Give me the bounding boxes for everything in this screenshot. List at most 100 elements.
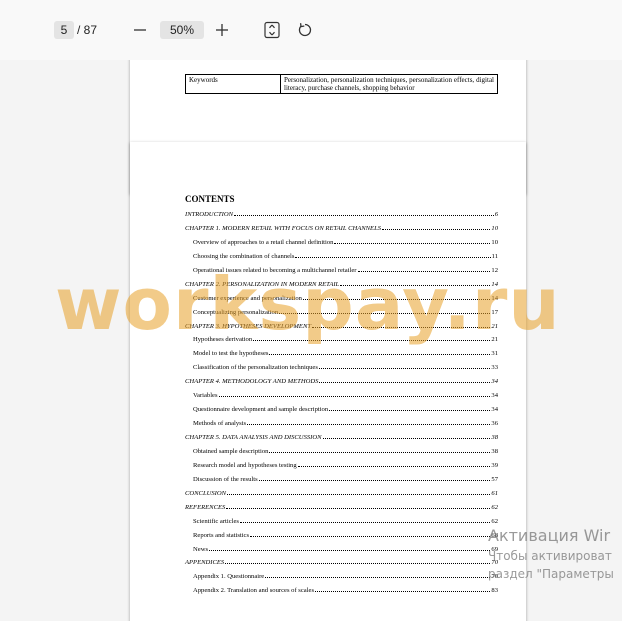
- toc-entry-page: 61: [491, 489, 498, 497]
- toc-leader-dots: [318, 368, 491, 370]
- pdf-page-5: CONTENTS INTRODUCTION 6 CHAPTER 1. MODERN …: [130, 142, 526, 621]
- toc-entry-page: 83: [491, 587, 498, 595]
- zoom-in-button[interactable]: [210, 18, 234, 42]
- toc-entry-title: Obtained sample description: [193, 447, 269, 455]
- toc-entry-page: 21: [491, 322, 498, 330]
- toc-entry[interactable]: INTRODUCTION 6: [185, 211, 498, 225]
- toc-leader-dots: [382, 228, 491, 230]
- toc-entry[interactable]: Overview of approaches to a retail chann…: [185, 239, 498, 253]
- toc-entry-page: 10: [491, 224, 498, 232]
- toc-entry[interactable]: Customer experience and personalization 1…: [185, 295, 498, 309]
- document-viewer[interactable]: Keywords Personalization, personalizatio…: [0, 60, 622, 621]
- toc-entry-page: 70: [491, 573, 498, 581]
- toc-entry-page: 21: [491, 336, 498, 344]
- toc-entry-title: Model to test the hypotheses: [193, 350, 269, 358]
- toc-entry-title: Scientific articles: [193, 517, 239, 525]
- toc-entry-title: CHAPTER 3. HYPOTHESES DEVELOPMENT: [185, 322, 312, 330]
- rotate-button[interactable]: [293, 18, 317, 42]
- toc-entry[interactable]: Discussion of the results 57: [185, 476, 498, 490]
- toc-leader-dots: [312, 326, 491, 328]
- toc-entry-title: Variables: [193, 392, 218, 400]
- toc-entry-title: CHAPTER 5. DATA ANALYSIS AND DISCUSSION: [185, 434, 322, 441]
- toc-entry-title: Operational issues related to becoming a…: [193, 266, 357, 274]
- toc-entry[interactable]: CHAPTER 4. METHODOLOGY AND METHODS 34: [185, 378, 498, 392]
- page-number-input[interactable]: 5: [54, 21, 74, 39]
- pdf-toolbar: 5 / 87 50%: [0, 0, 622, 60]
- toc-entry[interactable]: Scientific articles 62: [185, 518, 498, 532]
- toc-entry-title: Hypotheses derivation: [193, 336, 253, 344]
- plus-icon: [216, 24, 228, 36]
- toc-entry[interactable]: Reports and statistics 68: [185, 532, 498, 546]
- toc-entry[interactable]: Obtained sample description 38: [185, 448, 498, 462]
- toc-entry-title: CHAPTER 1. MODERN RETAIL WITH FOCUS ON R…: [185, 224, 382, 232]
- toc-leader-dots: [322, 438, 491, 439]
- toc-entry-page: 14: [491, 294, 498, 302]
- keywords-table: Keywords Personalization, personalizatio…: [185, 74, 498, 94]
- toc-entry-page: 12: [491, 266, 498, 274]
- toc-entry[interactable]: Hypotheses derivation 21: [185, 336, 498, 350]
- toc-entry[interactable]: Variables 34: [185, 392, 498, 406]
- toc-entry-page: 34: [491, 378, 498, 386]
- zoom-level-input[interactable]: 50%: [160, 21, 204, 39]
- toc-entry-title: CONCLUSION: [185, 489, 227, 497]
- toc-entry[interactable]: Methods of analysis 36: [185, 420, 498, 434]
- toc-entry-title: Reports and statistics: [193, 531, 250, 539]
- toc-entry-title: Research model and hypotheses testing: [193, 461, 297, 469]
- toc-leader-dots: [258, 479, 491, 481]
- toc-entry[interactable]: Classification of the personalization te…: [185, 364, 498, 378]
- toc-entry-page: 34: [491, 406, 498, 414]
- toc-entry-title: Methods of analysis: [193, 420, 247, 428]
- toc-entry[interactable]: Research model and hypotheses testing 39: [185, 462, 498, 476]
- toc-entry-page: 62: [491, 517, 498, 525]
- rotate-icon: [298, 23, 312, 37]
- toc-entry[interactable]: REFERENCES 62: [185, 504, 498, 518]
- toc-leader-dots: [357, 270, 491, 272]
- keywords-value: Personalization, personalization techniq…: [280, 74, 498, 94]
- toc-entry[interactable]: Questionnaire development and sample des…: [185, 406, 498, 420]
- toc-leader-dots: [253, 340, 491, 342]
- toc-entry[interactable]: CHAPTER 3. HYPOTHESES DEVELOPMENT 21: [185, 323, 498, 337]
- toc-entry-title: CHAPTER 4. METHODOLOGY AND METHODS: [185, 378, 319, 386]
- toc-entry[interactable]: CHAPTER 5. DATA ANALYSIS AND DISCUSSION 3…: [185, 434, 498, 448]
- toc-entry-page: 34: [491, 392, 498, 400]
- toc-entry-page: 36: [491, 420, 498, 428]
- toc-leader-dots: [269, 451, 491, 453]
- fit-page-button[interactable]: [260, 18, 284, 42]
- toc-entry-page: 39: [491, 461, 498, 469]
- toc-entry-page: 33: [491, 364, 498, 372]
- toc-entry[interactable]: Appendix 2. Translation and sources of s…: [185, 587, 498, 601]
- toc-entry-page: 31: [491, 350, 498, 358]
- toc-entry[interactable]: News 69: [185, 546, 498, 560]
- toc-entry-title: INTRODUCTION: [185, 211, 233, 218]
- toc-entry-page: 14: [491, 280, 498, 288]
- toc-entry[interactable]: APPENDICES 70: [185, 559, 498, 573]
- toc-entry-title: Choosing the combination of channels: [193, 252, 295, 260]
- toc-entry-page: 11: [491, 252, 498, 260]
- toc-entry-title: APPENDICES: [185, 559, 225, 567]
- toc-leader-dots: [269, 354, 491, 356]
- toc-entry-page: 70: [491, 559, 498, 567]
- zoom-out-button[interactable]: [128, 18, 152, 42]
- toc-entry-title: Overview of approaches to a retail chann…: [193, 238, 334, 246]
- toc-entry[interactable]: Operational issues related to becoming a…: [185, 267, 498, 281]
- toc-entry[interactable]: CHAPTER 1. MODERN RETAIL WITH FOCUS ON R…: [185, 225, 498, 239]
- toc-leader-dots: [265, 577, 491, 579]
- toc-leader-dots: [227, 493, 491, 495]
- toc-entry-title: Appendix 1. Questionnaire: [193, 573, 265, 581]
- toc-entry-title: Questionnaire development and sample des…: [193, 406, 329, 414]
- toc-entry[interactable]: Choosing the combination of channels 11: [185, 253, 498, 267]
- toc-entry[interactable]: CHAPTER 2. PERSONALIZATION IN MODERN RET…: [185, 281, 498, 295]
- toc-entry[interactable]: Appendix 1. Questionnaire 70: [185, 573, 498, 587]
- toc-entry[interactable]: CONCLUSION 61: [185, 490, 498, 504]
- toc-entry[interactable]: Model to test the hypotheses 31: [185, 350, 498, 364]
- toc-leader-dots: [247, 424, 491, 426]
- toc-entry-page: 68: [491, 531, 498, 539]
- toc-entry[interactable]: Conceptualizing personalization 17: [185, 309, 498, 323]
- toc-entry-page: 17: [491, 308, 498, 316]
- toc-leader-dots: [302, 298, 491, 300]
- toc-leader-dots: [226, 507, 491, 509]
- toc-entry-title: Customer experience and personalization: [193, 294, 302, 302]
- toc-entry-title: Appendix 2. Translation and sources of s…: [193, 587, 315, 595]
- page-total-label: / 87: [77, 23, 98, 37]
- toc-entry-page: 10: [491, 238, 498, 246]
